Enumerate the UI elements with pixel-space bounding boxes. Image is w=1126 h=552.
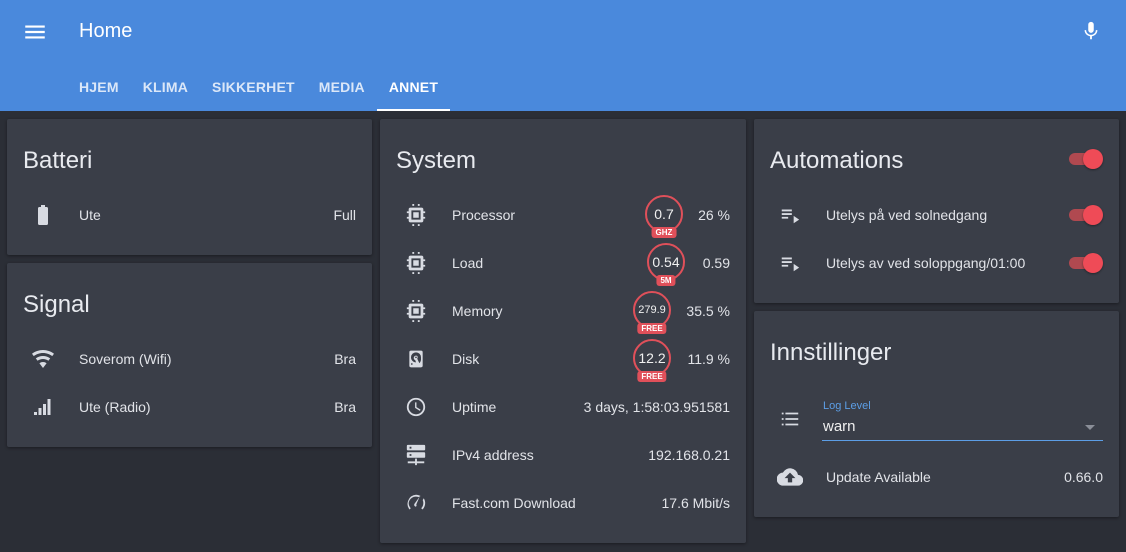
harddisk-icon bbox=[400, 343, 432, 375]
speedometer-icon bbox=[400, 487, 432, 519]
sensor-row[interactable]: Disk 12.2 FREE 11.9 % bbox=[380, 335, 746, 383]
automations-card: Automations Utelys på ved solnedgang Ute… bbox=[754, 119, 1119, 303]
sensor-value: 26 % bbox=[698, 207, 730, 223]
playlist-play-icon bbox=[774, 247, 806, 279]
app-header: Home HJEM KLIMA SIKKERHET MEDIA ANNET bbox=[0, 0, 1126, 111]
update-version: 0.66.0 bbox=[1064, 469, 1103, 485]
badge-value: 0.54 bbox=[652, 254, 680, 270]
tab-media[interactable]: MEDIA bbox=[307, 68, 377, 111]
badge-unit: 5M bbox=[656, 275, 676, 286]
sensor-name: IPv4 address bbox=[452, 447, 534, 463]
update-name: Update Available bbox=[826, 469, 931, 485]
automation-name: Utelys på ved solnedgang bbox=[826, 207, 988, 223]
sensor-name: Disk bbox=[452, 351, 480, 367]
sensor-badge: 0.54 5M bbox=[647, 243, 685, 286]
sensor-row[interactable]: Load 0.54 5M 0.59 bbox=[380, 239, 746, 287]
system-card: System Processor 0.7 GHZ 26 % Load 0.54 … bbox=[380, 119, 746, 543]
batteri-card: Batteri Ute Full bbox=[7, 119, 372, 255]
entity-state: Bra bbox=[334, 399, 356, 415]
sensor-row[interactable]: Fast.com Download 17.6 Mbit/s bbox=[380, 479, 746, 527]
log-level-select[interactable]: Log Level warn bbox=[822, 392, 1103, 441]
server-network-icon bbox=[400, 439, 432, 471]
sensor-name: Load bbox=[452, 255, 484, 271]
entity-row[interactable]: Soverom (Wifi) Bra bbox=[7, 335, 372, 383]
signal-bars-icon bbox=[27, 391, 59, 423]
sensor-name: Memory bbox=[452, 303, 503, 319]
battery-icon bbox=[27, 199, 59, 231]
update-row[interactable]: Update Available 0.66.0 bbox=[754, 453, 1119, 501]
entity-name: Soverom (Wifi) bbox=[79, 351, 172, 367]
card-title: Batteri bbox=[23, 147, 93, 174]
card-title: Innstillinger bbox=[770, 339, 892, 366]
automation-row[interactable]: Utelys av ved soloppgang/01:00 bbox=[754, 239, 1119, 287]
sensor-name: Fast.com Download bbox=[452, 495, 576, 511]
sensor-row[interactable]: Uptime 3 days, 1:58:03.951581 bbox=[380, 383, 746, 431]
sensor-badge: 279.9 FREE bbox=[633, 291, 671, 334]
tab-annet[interactable]: ANNET bbox=[376, 68, 451, 111]
sensor-row[interactable]: Memory 279.9 FREE 35.5 % bbox=[380, 287, 746, 335]
automation-row[interactable]: Utelys på ved solnedgang bbox=[754, 191, 1119, 239]
format-list-icon bbox=[774, 403, 806, 435]
chevron-down-icon bbox=[1085, 425, 1095, 430]
signal-card: Signal Soverom (Wifi) Bra Ute (Radio) Br… bbox=[7, 263, 372, 447]
sensor-value: 192.168.0.21 bbox=[648, 447, 730, 463]
playlist-play-icon bbox=[774, 199, 806, 231]
sensor-value: 3 days, 1:58:03.951581 bbox=[583, 399, 730, 415]
tab-bar: HJEM KLIMA SIKKERHET MEDIA ANNET bbox=[67, 68, 451, 111]
automation-name: Utelys av ved soloppgang/01:00 bbox=[826, 255, 1026, 271]
entity-state: Bra bbox=[334, 351, 356, 367]
entity-state: Full bbox=[333, 207, 356, 223]
sensor-name: Processor bbox=[452, 207, 516, 223]
sensor-badge: 0.7 GHZ bbox=[645, 195, 683, 238]
card-title: Signal bbox=[23, 291, 90, 318]
tab-sikkerhet[interactable]: SIKKERHET bbox=[200, 68, 307, 111]
sensor-row[interactable]: Processor 0.7 GHZ 26 % bbox=[380, 191, 746, 239]
automation-toggle[interactable] bbox=[1067, 205, 1103, 225]
log-level-label: Log Level bbox=[823, 400, 871, 412]
sensor-value: 17.6 Mbit/s bbox=[661, 495, 730, 511]
badge-value: 0.7 bbox=[654, 206, 674, 222]
card-title: Automations bbox=[770, 147, 904, 174]
chip-icon bbox=[400, 295, 432, 327]
entity-row[interactable]: Ute Full bbox=[7, 191, 372, 239]
badge-value: 279.9 bbox=[638, 304, 666, 316]
tab-hjem[interactable]: HJEM bbox=[67, 68, 131, 111]
badge-unit: FREE bbox=[637, 323, 667, 334]
clock-icon bbox=[400, 391, 432, 423]
entity-name: Ute bbox=[79, 207, 101, 223]
badge-unit: FREE bbox=[637, 371, 667, 382]
sensor-value: 35.5 % bbox=[686, 303, 730, 319]
sensor-value: 11.9 % bbox=[687, 351, 730, 367]
entity-row[interactable]: Ute (Radio) Bra bbox=[7, 383, 372, 431]
chip-icon bbox=[400, 247, 432, 279]
sensor-value: 0.59 bbox=[702, 255, 730, 271]
badge-unit: GHZ bbox=[651, 227, 677, 238]
badge-value: 12.2 bbox=[638, 350, 666, 366]
page-title: Home bbox=[79, 20, 133, 42]
chip-icon bbox=[400, 199, 432, 231]
sensor-badge: 12.2 FREE bbox=[633, 339, 671, 382]
microphone-icon[interactable] bbox=[1080, 18, 1102, 44]
master-toggle[interactable] bbox=[1067, 149, 1103, 169]
automation-toggle[interactable] bbox=[1067, 253, 1103, 273]
sensor-name: Uptime bbox=[452, 399, 497, 415]
card-title: System bbox=[396, 147, 477, 174]
sensor-row[interactable]: IPv4 address 192.168.0.21 bbox=[380, 431, 746, 479]
menu-icon[interactable] bbox=[22, 19, 48, 45]
entity-name: Ute (Radio) bbox=[79, 399, 151, 415]
cloud-upload-icon bbox=[774, 461, 806, 493]
tab-klima[interactable]: KLIMA bbox=[131, 68, 200, 111]
log-level-value: warn bbox=[823, 418, 856, 435]
wifi-icon bbox=[27, 343, 59, 375]
